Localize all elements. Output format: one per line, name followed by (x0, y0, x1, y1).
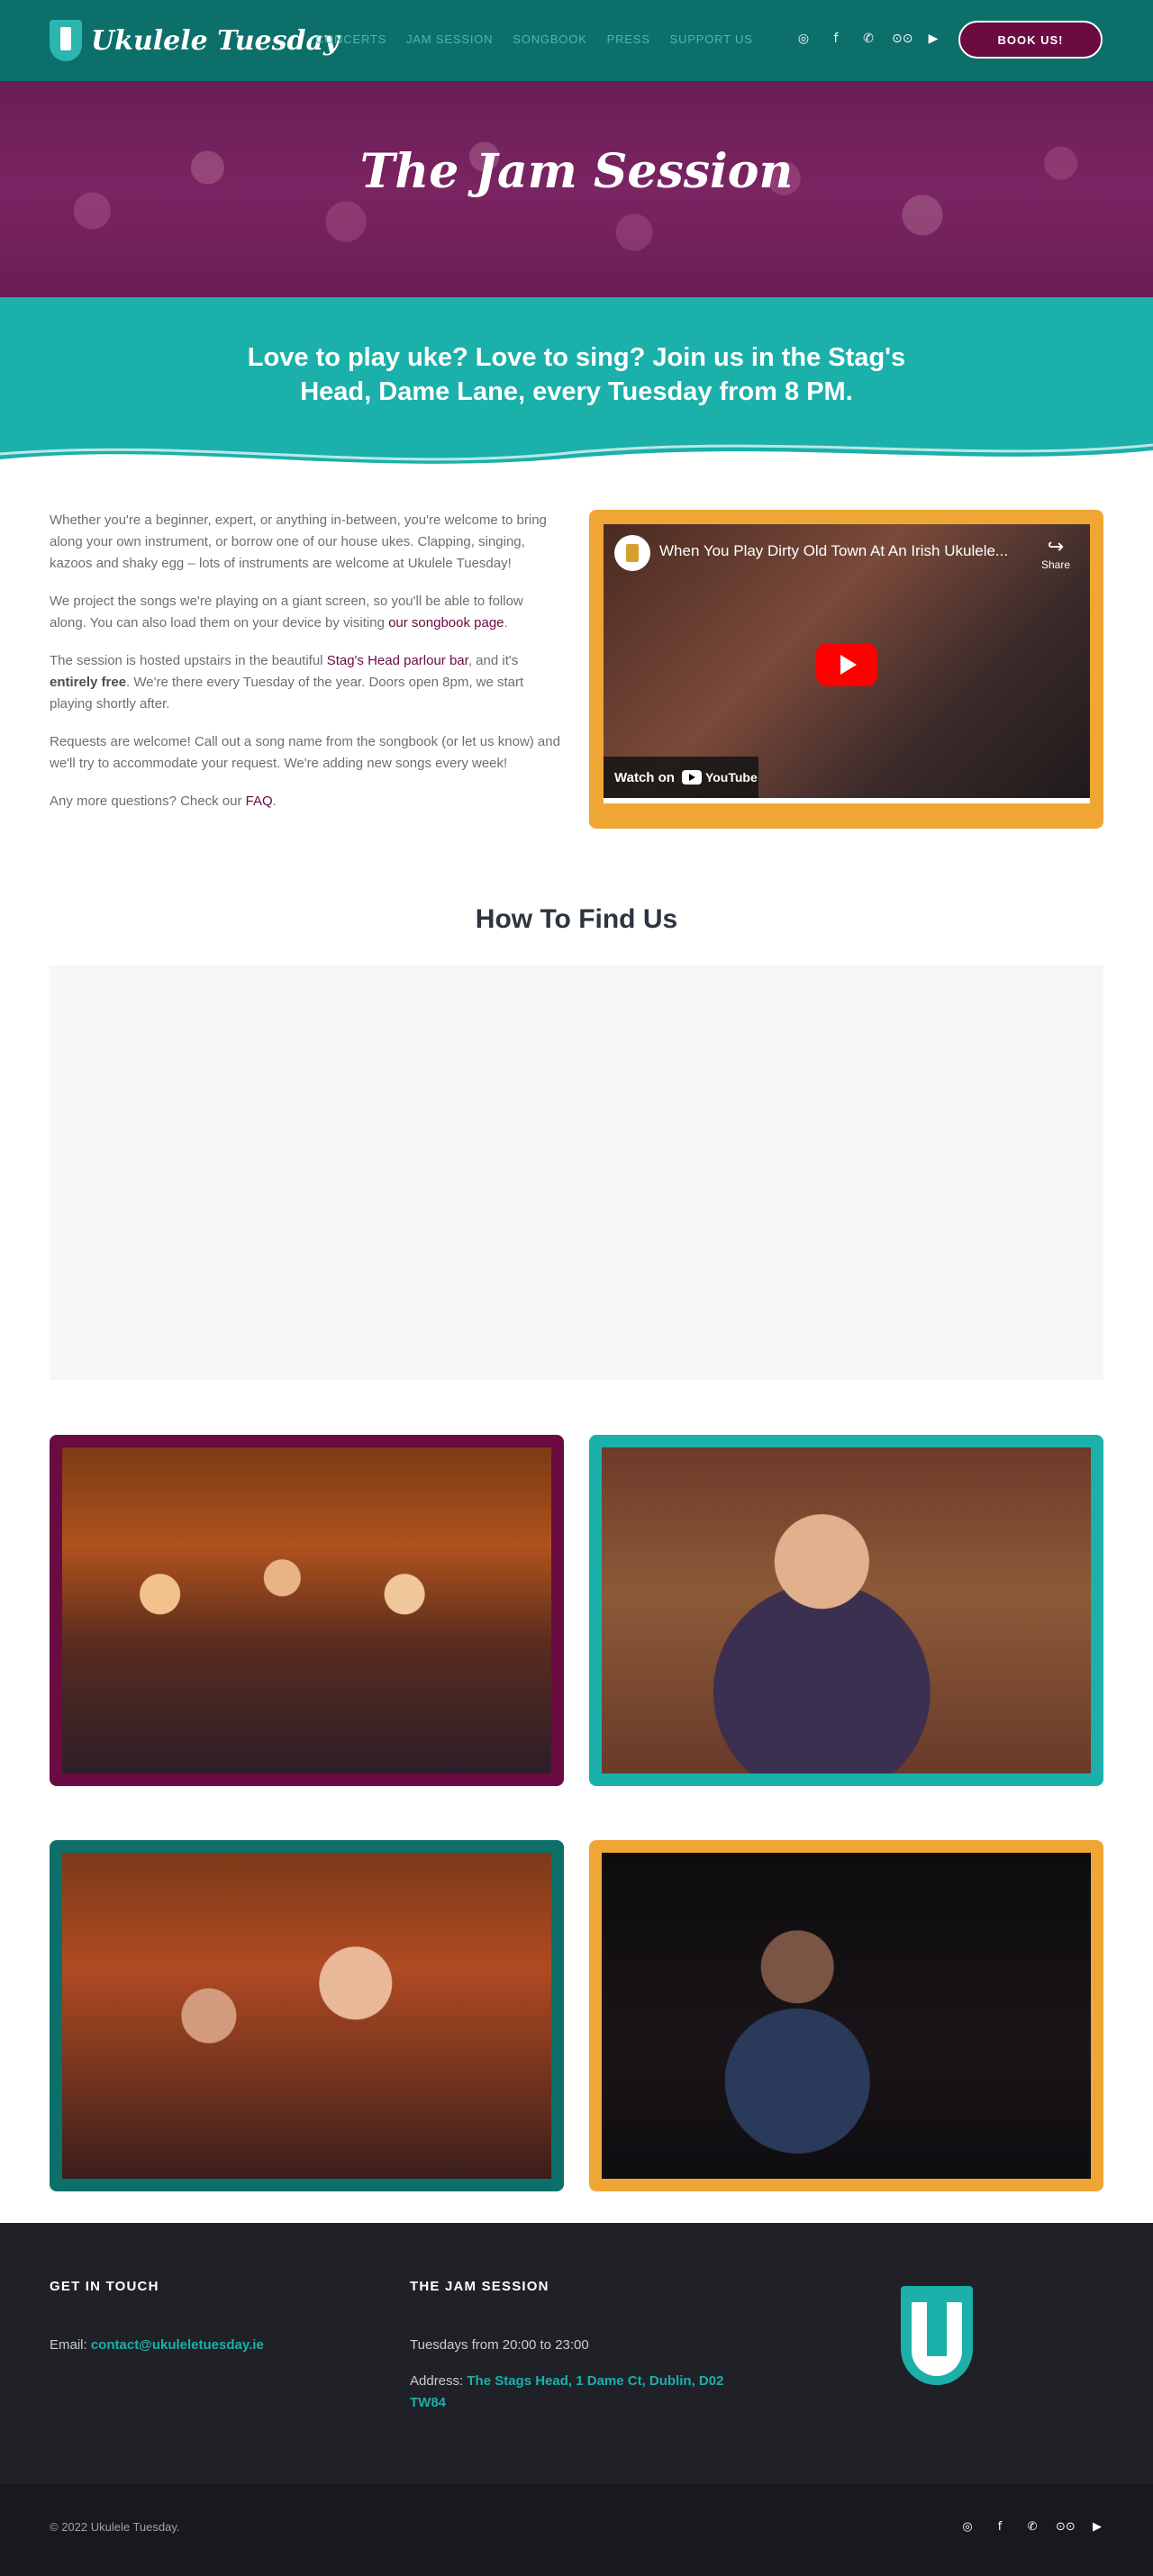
nav-songbook[interactable]: SONGBOOK (513, 32, 586, 46)
instagram-icon[interactable]: ◎ (794, 30, 813, 48)
nav-jam-session[interactable]: JAM SESSION (406, 32, 493, 46)
intro-text: Whether you're a beginner, expert, or an… (50, 510, 563, 829)
nav-concerts[interactable]: CONCERTS (315, 32, 386, 46)
free-emphasis: entirely free (50, 675, 127, 690)
share-label: Share (1040, 558, 1070, 571)
songbook-link[interactable]: our songbook page (388, 615, 504, 630)
instagram-icon[interactable]: ◎ (958, 2518, 976, 2536)
whatsapp-icon[interactable]: ✆ (1023, 2518, 1041, 2536)
intro-paragraph-3-mid: , and it's (468, 653, 519, 668)
crowd-singing-photo (62, 1447, 551, 1773)
video-frame: When You Play Dirty Old Town At An Irish… (589, 510, 1103, 829)
intro-paragraph-3-text: The session is hosted upstairs in the be… (50, 653, 327, 668)
photo-frame-plum (50, 1435, 564, 1786)
video-progress-strip (604, 798, 1090, 803)
intro-band-text: Love to play uke? Love to sing? Join us … (247, 343, 906, 406)
footer-logo-icon[interactable] (901, 2286, 973, 2385)
faq-link[interactable]: FAQ (246, 794, 273, 809)
musician-headphones-photo (602, 1447, 1091, 1773)
intro-paragraph-3: The session is hosted upstairs in the be… (50, 650, 563, 715)
ukulele-logo-icon (50, 20, 82, 61)
contact-email: Email: contact@ukuleletuesday.ie (50, 2335, 356, 2356)
youtube-logo-icon: YouTube (681, 770, 758, 785)
site-logo[interactable]: Ukulele Tuesday (50, 20, 339, 61)
share-button[interactable]: ↪ Share (1041, 535, 1070, 571)
photo-frame-dark-teal (50, 1840, 564, 2191)
address-label: Address: (410, 2373, 468, 2389)
site-header: Ukulele Tuesday CONCERTS JAM SESSION SON… (0, 0, 1153, 81)
intro-paragraph-5-end: . (272, 794, 277, 809)
nav-press[interactable]: PRESS (607, 32, 650, 46)
email-link[interactable]: contact@ukuleletuesday.ie (91, 2337, 264, 2353)
contact-heading: GET IN TOUCH (50, 2279, 159, 2294)
play-button[interactable] (816, 643, 877, 686)
intro-paragraph-4: Requests are welcome! Call out a song na… (50, 734, 560, 771)
youtube-video-embed[interactable]: When You Play Dirty Old Town At An Irish… (604, 524, 1090, 803)
ukulele-player-portrait-photo (602, 1853, 1091, 2179)
site-footer: GET IN TOUCH Email: contact@ukuleletuesd… (0, 2223, 1153, 2484)
tripadvisor-icon[interactable]: ⊙⊙ (892, 30, 912, 48)
jam-session-heading: THE JAM SESSION (410, 2279, 549, 2294)
session-hours: Tuesdays from 20:00 to 23:00 (410, 2337, 589, 2353)
footer-social-links: ◎ f ✆ ⊙⊙ ▶ (958, 2518, 1106, 2536)
photo-frame-teal (589, 1435, 1103, 1786)
book-us-button[interactable]: BOOK US! (958, 21, 1103, 59)
main-nav: CONCERTS JAM SESSION SONGBOOK PRESS SUPP… (315, 32, 753, 46)
session-address: Address: The Stags Head, 1 Dame Ct, Dubl… (410, 2371, 743, 2414)
brand-name: Ukulele Tuesday (91, 24, 340, 57)
ukulele-players-photo (62, 1853, 551, 2179)
facebook-icon[interactable]: f (991, 2518, 1009, 2536)
map-embed[interactable] (50, 966, 1103, 1380)
youtube-icon[interactable]: ▶ (1088, 2518, 1106, 2536)
intro-paragraph-2-end: . (504, 615, 508, 630)
intro-paragraph-1: Whether you're a beginner, expert, or an… (50, 512, 547, 571)
channel-avatar-icon[interactable] (614, 535, 650, 571)
intro-paragraph-5-text: Any more questions? Check our (50, 794, 246, 809)
header-social-links: ◎ f ✆ ⊙⊙ ▶ (794, 30, 942, 48)
facebook-icon[interactable]: f (827, 30, 845, 48)
tripadvisor-icon[interactable]: ⊙⊙ (1056, 2518, 1076, 2536)
wave-divider (0, 443, 1153, 486)
intro-paragraph-5: Any more questions? Check our FAQ. (50, 791, 563, 812)
stags-head-link[interactable]: Stag's Head parlour bar (327, 653, 468, 668)
nav-support-us[interactable]: SUPPORT US (670, 32, 753, 46)
intro-paragraph-2: We project the songs we're playing on a … (50, 591, 563, 634)
youtube-icon[interactable]: ▶ (924, 30, 942, 48)
page-title: The Jam Session (359, 144, 794, 199)
whatsapp-icon[interactable]: ✆ (859, 30, 877, 48)
share-icon: ↪ (1047, 535, 1065, 558)
find-us-heading: How To Find Us (475, 904, 678, 934)
email-label: Email: (50, 2337, 91, 2353)
watch-on-label: Watch on (614, 769, 675, 785)
photo-frame-orange (589, 1840, 1103, 2191)
footer-bottom-bar: © 2022 Ukulele Tuesday. ◎ f ✆ ⊙⊙ ▶ (0, 2484, 1153, 2576)
video-title[interactable]: When You Play Dirty Old Town At An Irish… (659, 542, 1008, 560)
copyright: © 2022 Ukulele Tuesday. (50, 2520, 180, 2534)
watch-on-youtube-button[interactable]: Watch on YouTube (604, 757, 758, 798)
youtube-logo-text: YouTube (704, 770, 758, 785)
hero-banner: The Jam Session (0, 81, 1153, 297)
